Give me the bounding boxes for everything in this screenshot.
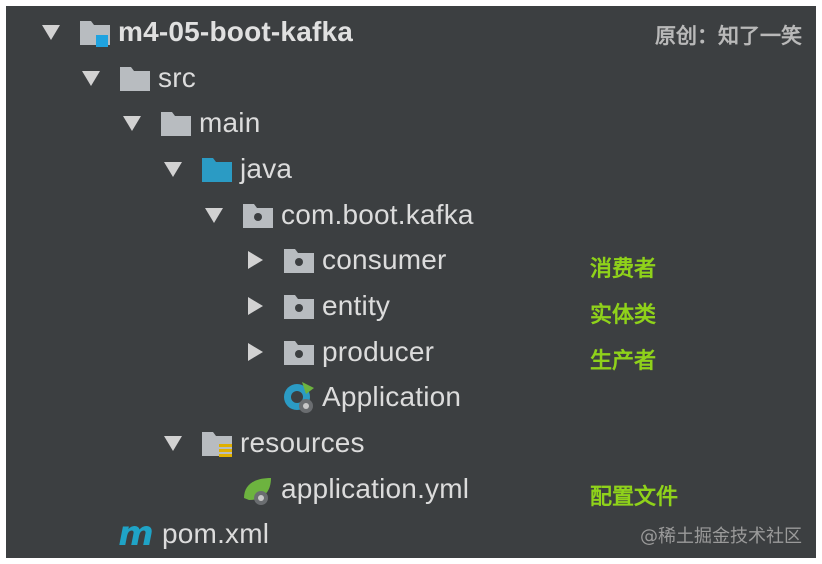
tree-item-entity[interactable]: entity — [244, 286, 804, 326]
tree-label-package: com.boot.kafka — [281, 199, 474, 230]
package-icon — [282, 289, 316, 323]
module-folder-icon — [78, 15, 112, 49]
tree-item-producer[interactable]: producer — [244, 332, 804, 372]
expand-arrow-icon[interactable] — [40, 12, 62, 52]
collapse-arrow-icon[interactable] — [244, 240, 266, 280]
tree-item-java[interactable]: java — [162, 149, 722, 189]
collapse-arrow-icon[interactable] — [244, 286, 266, 326]
watermark-site: @稀土掘金技术社区 — [640, 526, 802, 547]
tree-label-src: src — [158, 62, 196, 93]
resources-folder-icon — [200, 426, 234, 460]
tree-item-main[interactable]: main — [121, 103, 681, 143]
maven-icon: m — [118, 514, 154, 554]
tree-item-application[interactable]: Application — [244, 377, 804, 417]
tree-item-pom[interactable]: m pom.xml — [118, 514, 678, 554]
expand-arrow-icon[interactable] — [162, 423, 184, 463]
tree-label-main: main — [199, 107, 261, 138]
note-producer: 生产者 — [590, 349, 657, 374]
collapse-arrow-icon[interactable] — [244, 332, 266, 372]
tree-item-consumer[interactable]: consumer — [244, 240, 804, 280]
tree-item-src[interactable]: src — [80, 58, 640, 98]
tree-item-resources[interactable]: resources — [162, 423, 722, 463]
tree-label-root: m4-05-boot-kafka — [118, 16, 354, 47]
note-entity: 实体类 — [590, 303, 657, 328]
expand-arrow-icon[interactable] — [162, 149, 184, 189]
tree-item-package[interactable]: com.boot.kafka — [203, 195, 763, 235]
expand-arrow-icon[interactable] — [80, 58, 102, 98]
package-icon — [282, 335, 316, 369]
spring-boot-class-icon — [282, 380, 316, 414]
tree-item-application-yml[interactable]: application.yml — [203, 469, 763, 509]
spring-config-file-icon — [241, 472, 275, 506]
note-consumer: 消费者 — [590, 257, 657, 282]
project-tree-panel: 原创：知了一笑 m4-05-boot-kafka src main java c… — [6, 6, 816, 558]
source-folder-icon — [200, 152, 234, 186]
tree-label-entity: entity — [322, 290, 391, 321]
watermark-author: 原创：知了一笑 — [655, 24, 802, 48]
tree-label-java: java — [240, 153, 293, 184]
tree-label-application-yml: application.yml — [281, 473, 470, 504]
expand-arrow-icon[interactable] — [121, 103, 143, 143]
package-icon — [241, 198, 275, 232]
tree-label-pom: pom.xml — [162, 518, 270, 549]
package-icon — [282, 243, 316, 277]
note-config: 配置文件 — [590, 485, 679, 510]
folder-icon — [159, 106, 193, 140]
tree-label-consumer: consumer — [322, 244, 447, 275]
folder-icon — [118, 61, 152, 95]
tree-label-application: Application — [322, 381, 462, 412]
tree-label-resources: resources — [240, 427, 365, 458]
tree-label-producer: producer — [322, 336, 435, 367]
tree-item-root[interactable]: m4-05-boot-kafka — [40, 12, 600, 52]
expand-arrow-icon[interactable] — [203, 195, 225, 235]
